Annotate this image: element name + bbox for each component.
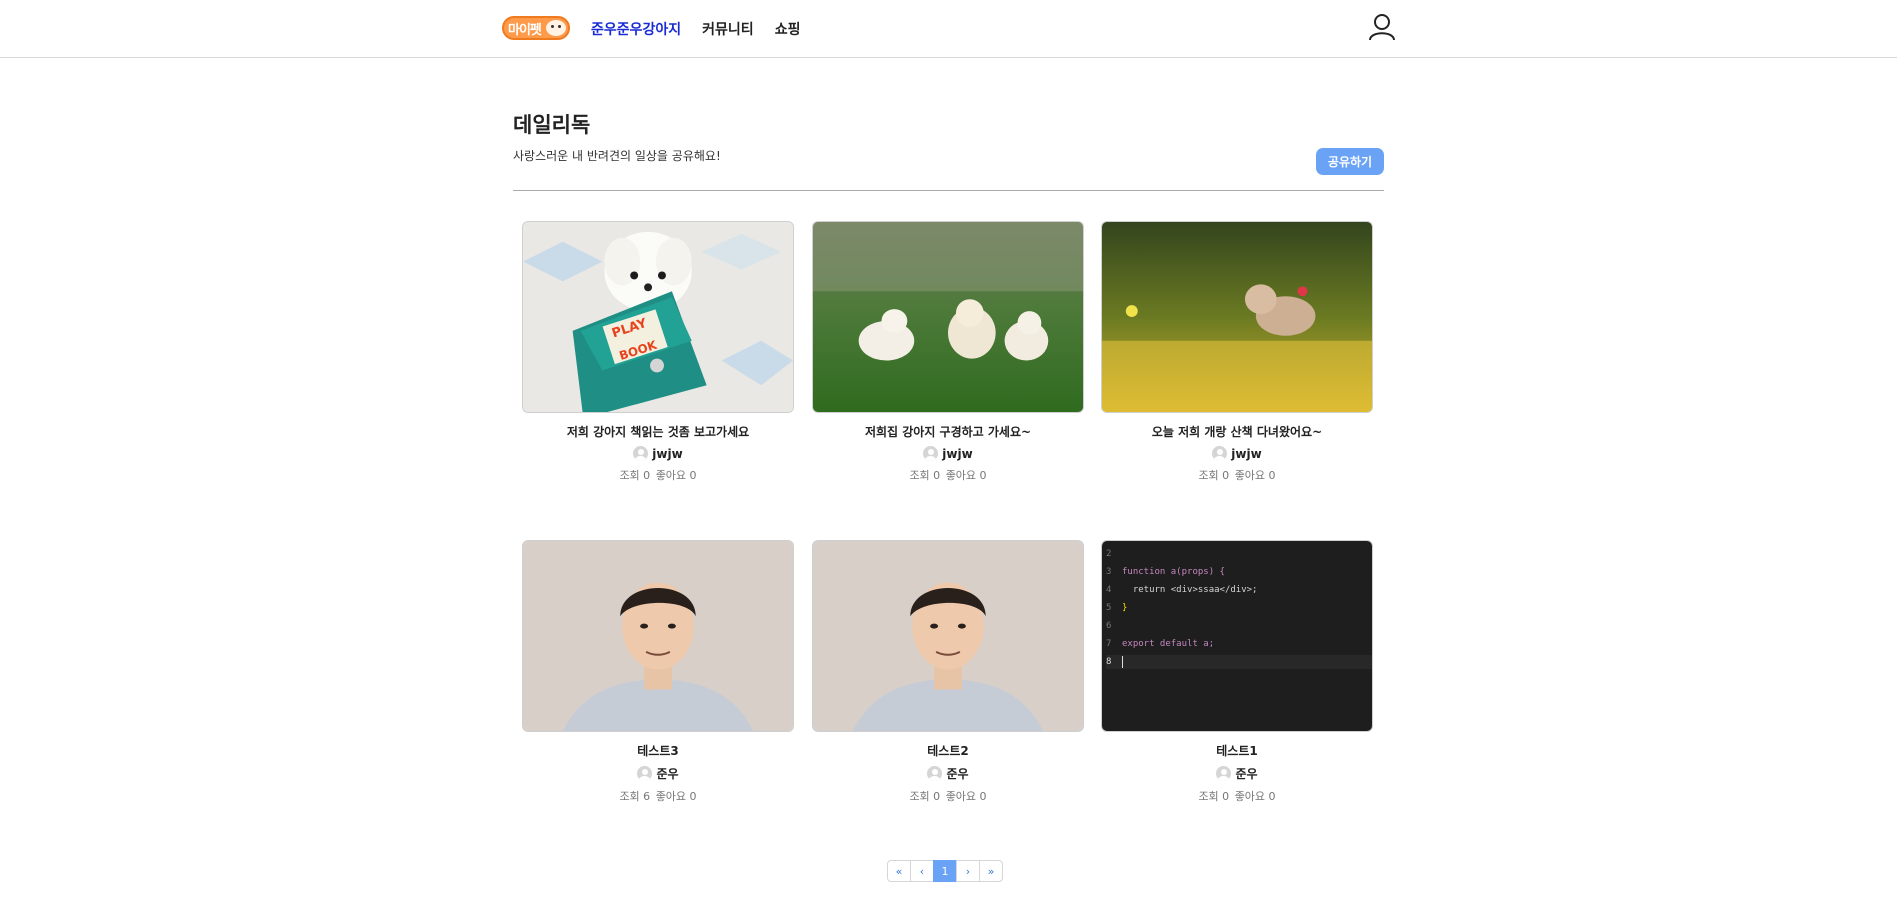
site-logo[interactable]: 마이펫 [502,16,570,40]
line-number: 3 [1106,567,1112,577]
code-line-text: export default a; [1122,639,1215,649]
logo-text: 마이펫 [508,22,542,38]
dog-face-icon [546,20,566,36]
post-thumbnail[interactable] [812,540,1084,732]
post-thumbnail[interactable] [1101,221,1373,413]
post-title[interactable]: 저희집 강아지 구경하고 가세요~ [812,423,1084,440]
page-number-button[interactable]: 1 [933,860,957,882]
last-page-button[interactable]: » [979,860,1003,882]
post-author: jwjw [1101,446,1373,461]
post-stats: 조회 6 좋아요 0 [522,788,794,804]
line-number: 7 [1106,639,1112,649]
post-author: jwjw [522,446,794,461]
code-line-text: return <div>ssaa</div>; [1122,585,1258,595]
like-count: 좋아요 0 [655,790,697,803]
author-name: jwjw [652,446,683,461]
next-page-button[interactable]: › [956,860,980,882]
text-cursor [1122,656,1123,668]
line-number: 5 [1106,603,1112,613]
code-line-text: } [1122,603,1128,613]
post-author: 준우 [812,765,1084,782]
like-count: 좋아요 0 [1234,469,1276,482]
post-title[interactable]: 테스트1 [1101,742,1373,759]
author-name: jwjw [1231,446,1262,461]
view-count: 조회 0 [1198,469,1230,482]
avatar-icon [927,766,943,781]
puppy-book-image: PLAY BOOK [523,222,793,412]
post-stats: 조회 0 좋아요 0 [1101,467,1373,483]
post-stats: 조회 0 좋아요 0 [1101,788,1373,804]
view-count: 조회 0 [909,469,941,482]
like-count: 좋아요 0 [945,469,987,482]
avatar-icon [923,446,939,461]
author-name: jwjw [942,446,973,461]
page-subtitle: 사랑스러운 내 반려견의 일상을 공유해요! [513,149,721,163]
share-button[interactable]: 공유하기 [1316,148,1384,175]
post-stats: 조회 0 좋아요 0 [812,788,1084,804]
prev-page-button[interactable]: ‹ [910,860,934,882]
main-nav: 준우준우강아지 커뮤니티 쇼핑 [591,19,800,39]
divider [513,190,1384,191]
post-card[interactable]: 테스트2 준우 조회 0 좋아요 0 [812,540,1084,804]
post-author: 준우 [522,765,794,782]
code-editor-image: 2 3 function a(props) { 4 return <div>ss… [1102,541,1372,731]
post-title[interactable]: 테스트2 [812,742,1084,759]
user-icon[interactable] [1368,13,1396,41]
view-count: 조회 6 [619,790,651,803]
view-count: 조회 0 [619,469,651,482]
top-header: 마이펫 준우준우강아지 커뮤니티 쇼핑 [0,0,1897,58]
post-thumbnail[interactable]: PLAY BOOK [522,221,794,413]
puppy-running-image [1102,222,1372,412]
view-count: 조회 0 [909,790,941,803]
nav-item-puppy[interactable]: 준우준우강아지 [591,19,681,39]
code-line-text: function a(props) { [1122,567,1225,577]
like-count: 좋아요 0 [655,469,697,482]
view-count: 조회 0 [1198,790,1230,803]
like-count: 좋아요 0 [1234,790,1276,803]
post-author: jwjw [812,446,1084,461]
post-thumbnail[interactable]: 2 3 function a(props) { 4 return <div>ss… [1101,540,1373,732]
post-stats: 조회 0 좋아요 0 [812,467,1084,483]
first-page-button[interactable]: « [887,860,911,882]
author-name: 준우 [656,767,679,781]
post-title[interactable]: 오늘 저희 개랑 산책 다녀왔어요~ [1101,423,1373,440]
line-number: 6 [1106,621,1112,631]
portrait-image [813,541,1083,731]
author-name: 준우 [946,767,969,781]
avatar-icon [1212,446,1228,461]
line-number: 4 [1106,585,1112,595]
post-title[interactable]: 저희 강아지 책읽는 것좀 보고가세요 [522,423,794,440]
post-card[interactable]: 저희집 강아지 구경하고 가세요~ jwjw 조회 0 좋아요 0 [812,221,1084,483]
page-title: 데일리독 [513,113,591,137]
post-thumbnail[interactable] [522,540,794,732]
post-card[interactable]: 2 3 function a(props) { 4 return <div>ss… [1101,540,1373,804]
post-card[interactable]: PLAY BOOK 저희 강아지 책읽는 것좀 보고가세요 jwjw 조회 0 … [522,221,794,483]
puppies-grass-image [813,222,1083,412]
avatar-icon [633,446,649,461]
author-name: 준우 [1235,767,1258,781]
like-count: 좋아요 0 [945,790,987,803]
post-stats: 조회 0 좋아요 0 [522,467,794,483]
avatar-icon [637,766,653,781]
post-thumbnail[interactable] [812,221,1084,413]
post-title[interactable]: 테스트3 [522,742,794,759]
line-number: 2 [1106,549,1112,559]
pagination: « ‹ 1 › » [887,860,1003,882]
nav-item-shopping[interactable]: 쇼핑 [775,19,801,39]
post-card[interactable]: 오늘 저희 개랑 산책 다녀왔어요~ jwjw 조회 0 좋아요 0 [1101,221,1373,483]
post-card[interactable]: 테스트3 준우 조회 6 좋아요 0 [522,540,794,804]
line-number: 8 [1106,657,1112,667]
avatar-icon [1216,766,1232,781]
portrait-image [523,541,793,731]
post-author: 준우 [1101,765,1373,782]
nav-item-community[interactable]: 커뮤니티 [702,19,754,39]
